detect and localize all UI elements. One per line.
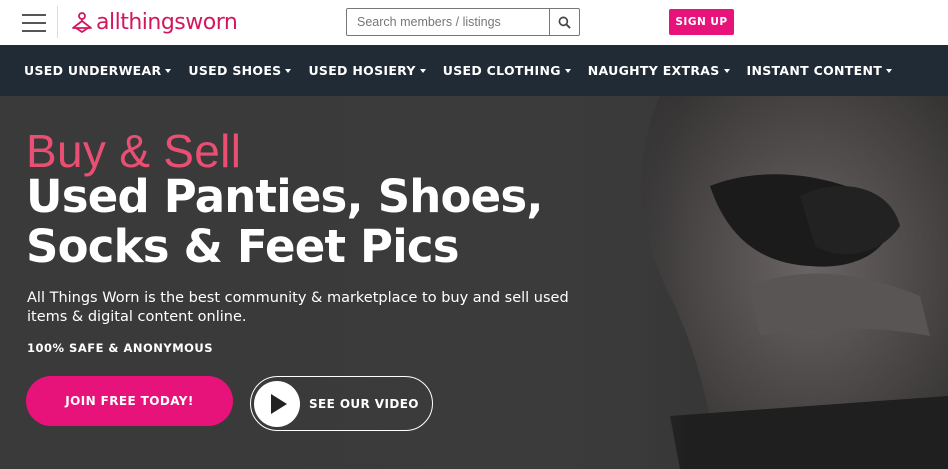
hero-headline-line1: Used Panties, Shoes, <box>26 170 543 223</box>
caret-down-icon <box>886 68 893 73</box>
nav-item-used-underwear[interactable]: USED UNDERWEAR <box>24 63 172 78</box>
hero-safe-note: 100% SAFE & ANONYMOUS <box>27 341 214 355</box>
play-triangle <box>271 393 287 414</box>
see-video-button[interactable]: SEE OUR VIDEO <box>250 376 433 431</box>
see-video-label: SEE OUR VIDEO <box>309 396 419 411</box>
search-bar <box>346 8 580 36</box>
caret-down-icon <box>419 68 426 73</box>
nav-label: USED HOSIERY <box>308 63 416 78</box>
nav-label: USED CLOTHING <box>442 63 561 78</box>
hero-headline: Used Panties, Shoes, Socks & Feet Pics <box>26 172 626 272</box>
nav-label: USED UNDERWEAR <box>24 63 162 78</box>
nav-item-naughty-extras[interactable]: NAUGHTY EXTRAS <box>588 63 730 78</box>
hero-model-photo <box>600 96 948 469</box>
search-button[interactable] <box>549 9 579 35</box>
caret-down-icon <box>165 68 172 73</box>
hanger-icon <box>72 12 92 33</box>
site-logo[interactable]: allthingsworn <box>70 8 238 36</box>
join-free-button[interactable]: JOIN FREE TODAY! <box>26 376 233 426</box>
nav-label: INSTANT CONTENT <box>746 63 883 78</box>
sign-up-button[interactable]: SIGN UP <box>669 9 734 35</box>
hero-banner: Buy & Sell Used Panties, Shoes, Socks & … <box>0 96 948 469</box>
menu-line <box>22 22 46 24</box>
logo-wordmark: allthingsworn <box>96 9 238 35</box>
top-header: allthingsworn SIGN UP <box>0 0 948 45</box>
play-icon <box>254 380 300 427</box>
header-divider <box>57 6 58 38</box>
logo-prefix: allthings <box>96 9 186 35</box>
hamburger-menu-icon[interactable] <box>22 12 46 32</box>
nav-item-instant-content[interactable]: INSTANT CONTENT <box>747 63 893 78</box>
search-input[interactable] <box>347 9 549 35</box>
logo-suffix: worn <box>185 9 238 35</box>
nav-label: NAUGHTY EXTRAS <box>587 63 720 78</box>
menu-line <box>22 30 46 32</box>
nav-label: USED SHOES <box>188 63 282 78</box>
caret-down-icon <box>564 68 571 73</box>
nav-item-used-shoes[interactable]: USED SHOES <box>188 63 292 78</box>
nav-item-used-clothing[interactable]: USED CLOTHING <box>443 63 571 78</box>
caret-down-icon <box>723 68 730 73</box>
hero-description: All Things Worn is the best community & … <box>27 290 569 325</box>
menu-line <box>22 14 46 16</box>
category-nav: USED UNDERWEAR USED SHOES USED HOSIERY U… <box>0 45 948 96</box>
caret-down-icon <box>285 68 292 73</box>
nav-item-used-hosiery[interactable]: USED HOSIERY <box>308 63 426 78</box>
search-icon <box>558 16 571 29</box>
hero-headline-line2: Socks & Feet Pics <box>26 220 459 273</box>
